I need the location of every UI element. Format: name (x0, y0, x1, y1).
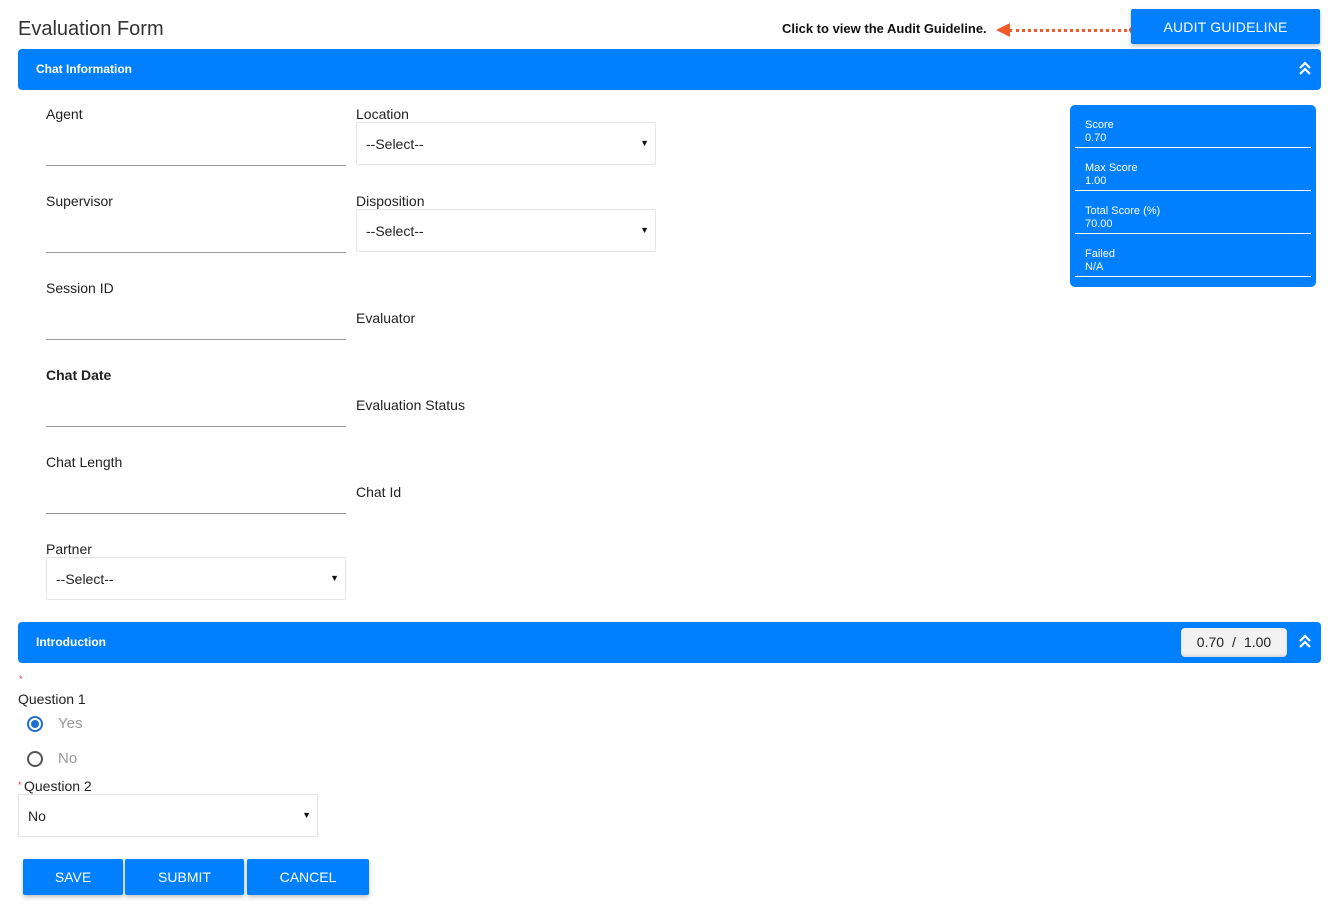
supervisor-input[interactable] (46, 229, 346, 253)
partner-label: Partner (46, 541, 92, 557)
max-score-value: 1.00 (1085, 175, 1107, 187)
chat-date-label: Chat Date (46, 367, 112, 383)
audit-guideline-hint: Click to view the Audit Guideline. (782, 21, 987, 36)
submit-button[interactable]: SUBMIT (125, 859, 244, 895)
question-2-select[interactable]: No ▼ (18, 794, 318, 837)
total-score-row: Total Score (%) 70.00 (1075, 191, 1311, 234)
caret-down-icon: ▼ (640, 138, 649, 148)
agent-input[interactable] (46, 142, 346, 166)
introduction-title: Introduction (36, 635, 106, 649)
partner-select-value: --Select-- (56, 571, 114, 587)
radio-checked-icon[interactable] (27, 716, 43, 732)
question-2-select-value: No (28, 808, 46, 824)
score-value: 0.70 (1085, 132, 1107, 144)
location-select-value: --Select-- (366, 136, 424, 152)
chevron-double-up-icon[interactable] (1297, 59, 1313, 79)
session-id-input[interactable] (46, 316, 346, 340)
failed-label: Failed (1085, 248, 1115, 260)
question-2-label: Question 2 (24, 778, 92, 794)
chat-information-title: Chat Information (36, 62, 132, 76)
disposition-label: Disposition (356, 193, 425, 209)
audit-guideline-button[interactable]: AUDIT GUIDELINE (1131, 9, 1320, 44)
chat-length-input[interactable] (46, 490, 346, 514)
supervisor-label: Supervisor (46, 193, 113, 209)
chat-information-header[interactable]: Chat Information (18, 49, 1321, 90)
session-id-label: Session ID (46, 280, 114, 296)
total-score-value: 70.00 (1085, 218, 1113, 230)
agent-label: Agent (46, 106, 83, 122)
required-marker: * (19, 674, 23, 684)
required-marker: * (18, 780, 22, 790)
radio-unchecked-icon[interactable] (27, 751, 43, 767)
partner-select[interactable]: --Select-- ▼ (46, 557, 346, 600)
location-select[interactable]: --Select-- ▼ (356, 122, 656, 165)
disposition-select-value: --Select-- (366, 223, 424, 239)
option-label: Yes (58, 715, 83, 732)
score-label: Score (1085, 119, 1114, 131)
arrow-left-icon (996, 23, 1010, 37)
caret-down-icon: ▼ (302, 810, 311, 820)
caret-down-icon: ▼ (330, 573, 339, 583)
chat-length-label: Chat Length (46, 454, 123, 470)
introduction-header[interactable]: Introduction 0.70 / 1.00 (18, 622, 1321, 663)
page-title: Evaluation Form (18, 18, 164, 40)
total-score-label: Total Score (%) (1085, 205, 1161, 217)
max-score-row: Max Score 1.00 (1075, 148, 1311, 191)
chevron-double-up-icon[interactable] (1297, 632, 1313, 652)
question-1-label: Question 1 (18, 691, 86, 707)
chat-date-input[interactable] (46, 403, 346, 427)
location-label: Location (356, 106, 409, 122)
caret-down-icon: ▼ (640, 225, 649, 235)
hint-dotted-line (1009, 29, 1133, 32)
section-max-score: 1.00 (1243, 634, 1272, 650)
disposition-select[interactable]: --Select-- ▼ (356, 209, 656, 252)
cancel-button[interactable]: CANCEL (247, 859, 369, 895)
failed-value: N/A (1085, 261, 1104, 273)
chat-id-label: Chat Id (356, 484, 402, 500)
max-score-label: Max Score (1085, 162, 1138, 174)
score-summary-card: Score 0.70 Max Score 1.00 Total Score (%… (1070, 105, 1316, 287)
score-separator: / (1232, 634, 1236, 650)
score-row: Score 0.70 (1075, 105, 1311, 148)
failed-row: Failed N/A (1075, 234, 1311, 277)
save-button[interactable]: SAVE (23, 859, 123, 895)
section-score-badge: 0.70 / 1.00 (1181, 628, 1287, 657)
evaluation-status-label: Evaluation Status (356, 397, 465, 413)
evaluator-label: Evaluator (356, 310, 416, 326)
option-label: No (58, 750, 78, 767)
section-score: 0.70 (1196, 634, 1225, 650)
